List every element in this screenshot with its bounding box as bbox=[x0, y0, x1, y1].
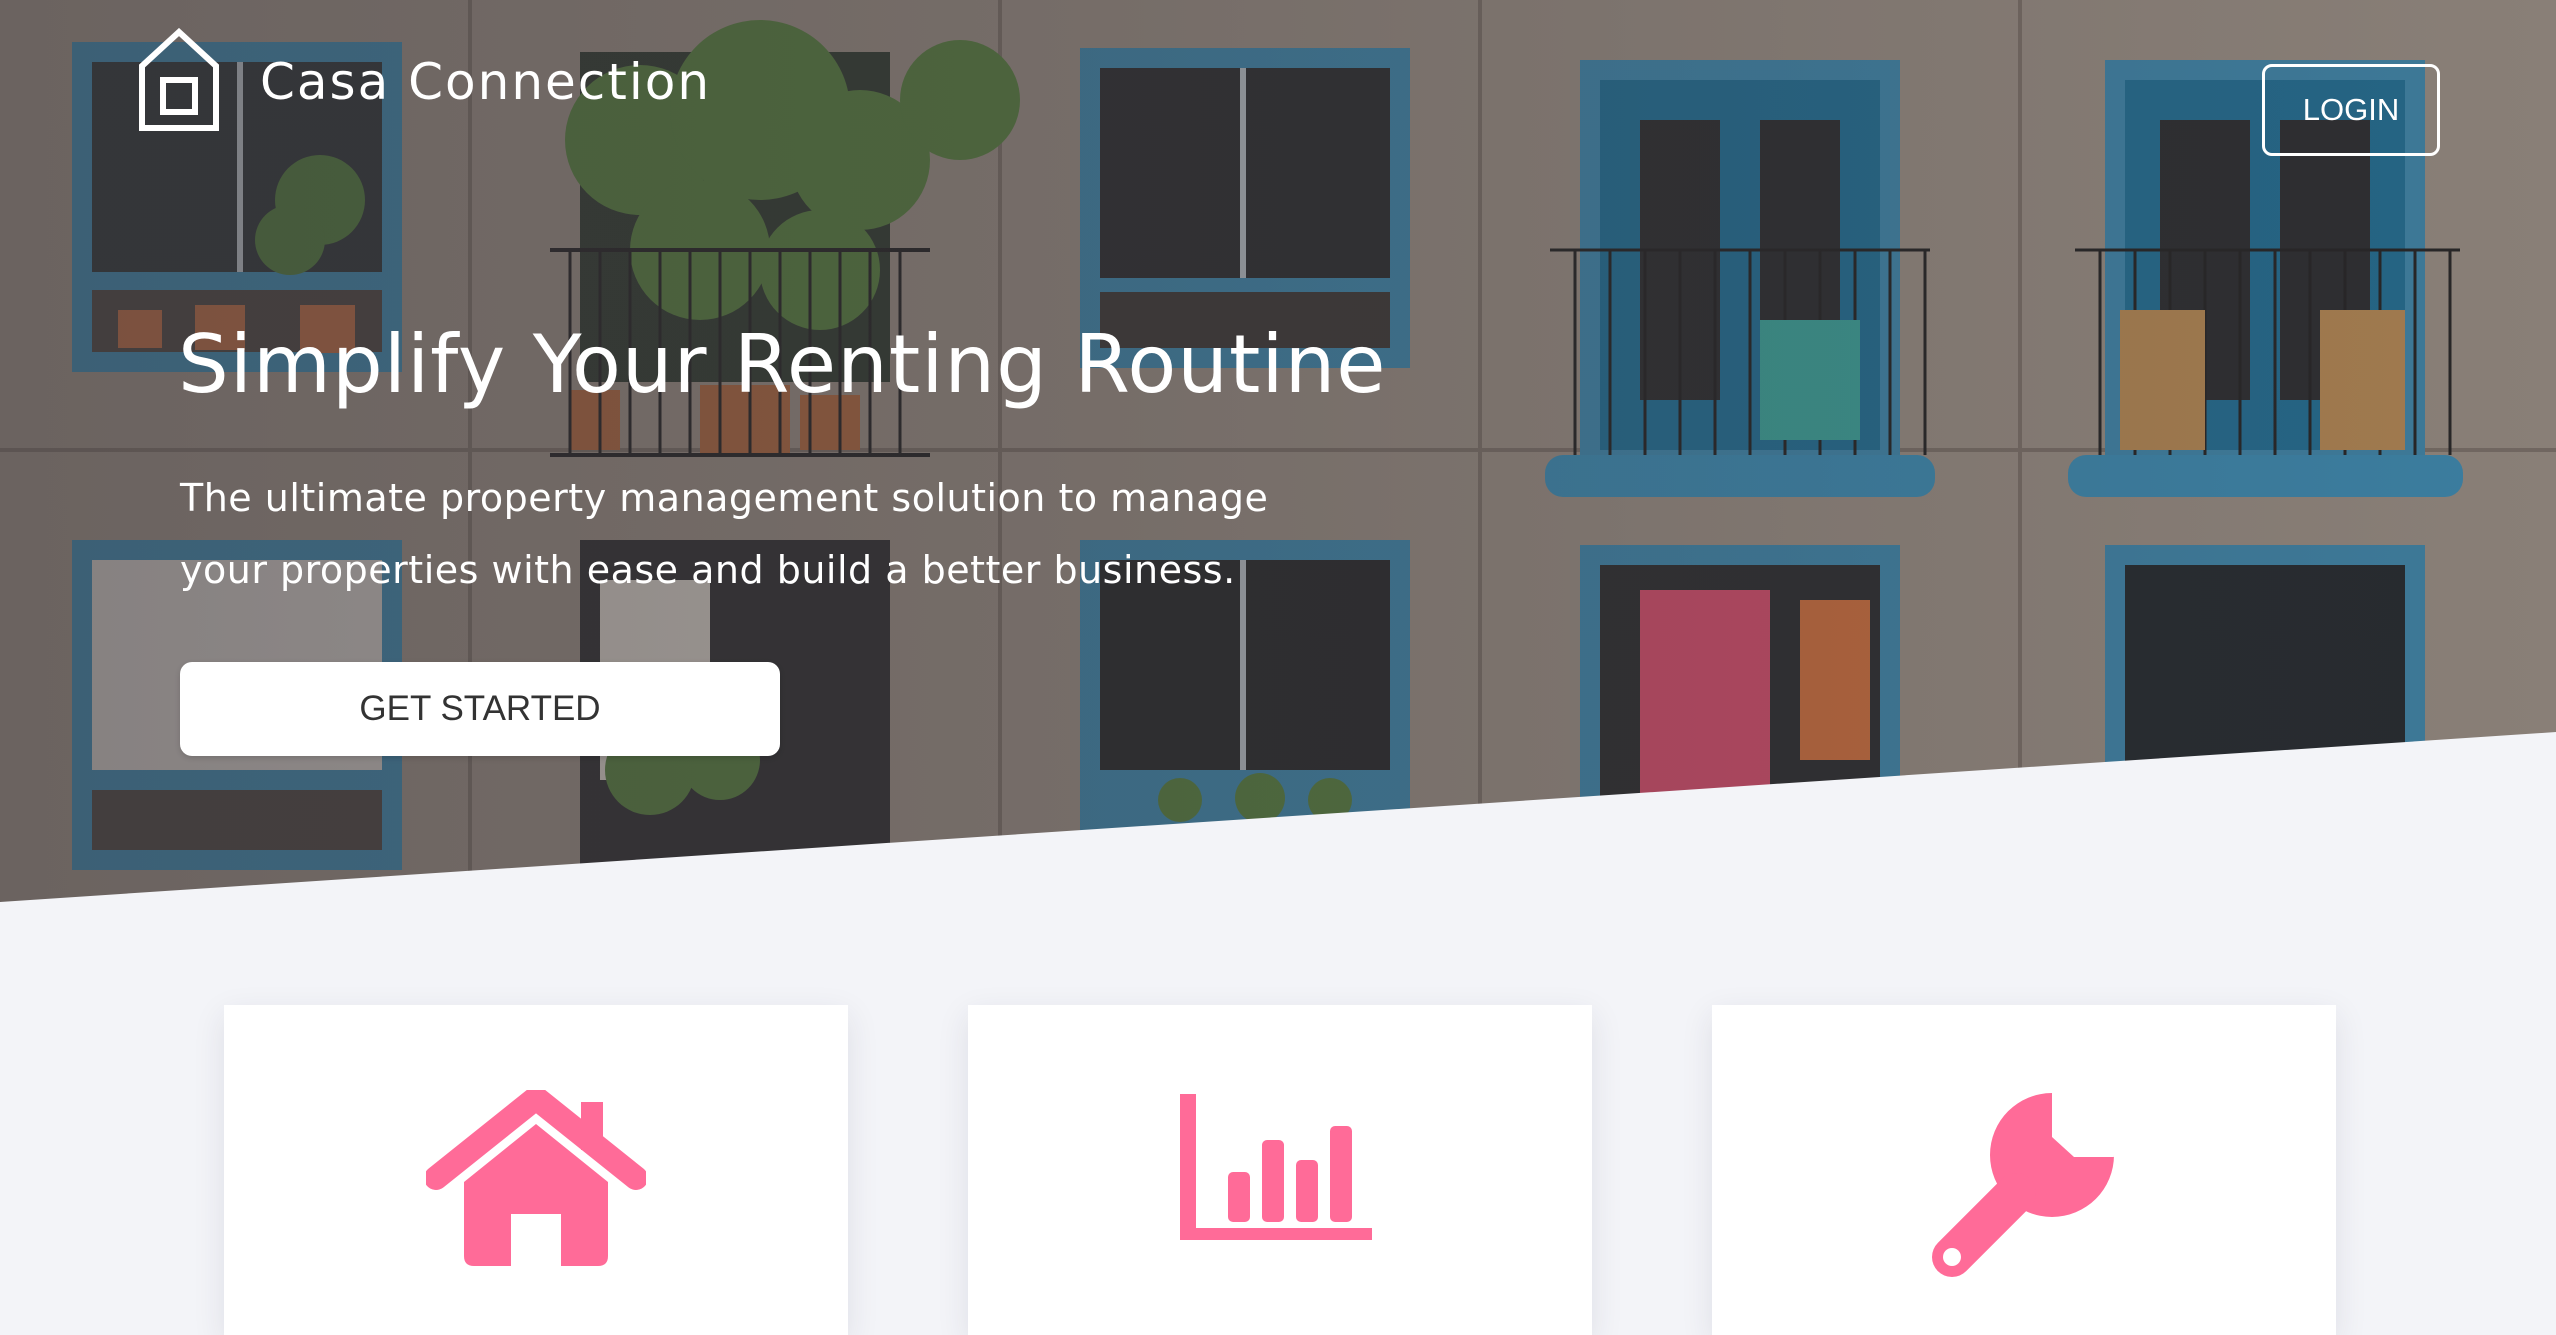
feature-card-properties bbox=[224, 1005, 848, 1335]
hero-headline: Simplify Your Renting Routine bbox=[178, 318, 1387, 411]
feature-card-analytics bbox=[968, 1005, 1592, 1335]
login-button[interactable]: LOGIN bbox=[2262, 64, 2440, 156]
hero-section: Casa Connection LOGIN Simplify Your Rent… bbox=[0, 0, 2556, 910]
brand-logo[interactable]: Casa Connection bbox=[138, 28, 711, 134]
hero-subheadline: The ultimate property management solutio… bbox=[180, 476, 1269, 592]
hero-slant-divider bbox=[0, 732, 2556, 910]
bar-chart-icon bbox=[1180, 1094, 1372, 1240]
brand-name: Casa Connection bbox=[260, 53, 712, 111]
feature-card-maintenance bbox=[1712, 1005, 2336, 1335]
get-started-button[interactable]: GET STARTED bbox=[180, 662, 780, 756]
wrench-icon bbox=[1932, 1093, 2114, 1277]
house-outline-icon bbox=[139, 28, 219, 131]
house-icon bbox=[426, 1090, 646, 1266]
